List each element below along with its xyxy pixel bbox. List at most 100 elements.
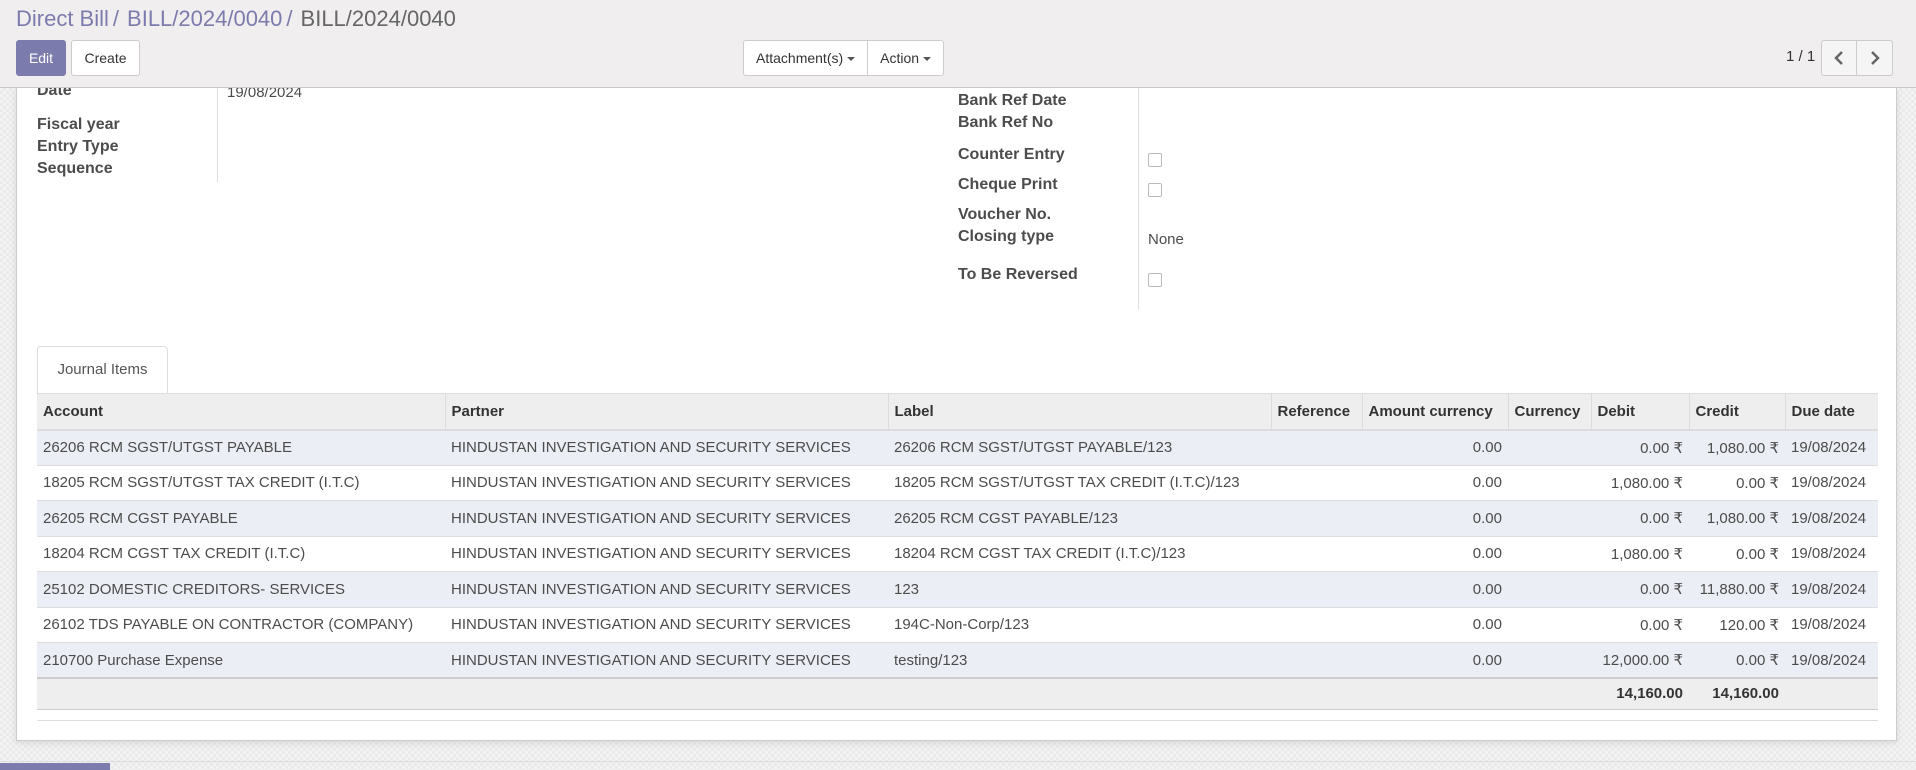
pager-next-button[interactable] [1857, 40, 1893, 76]
totals-cell [445, 677, 888, 710]
sidebar-actions: Attachment(s) Action [743, 40, 945, 76]
cell-debit: 0.00 ₹ [1591, 571, 1689, 608]
cell-debit: 1,080.00 ₹ [1591, 536, 1689, 572]
cell-due-date: 19/08/2024 [1785, 429, 1878, 466]
breadcrumb-separator: / [286, 6, 293, 31]
cell-account: 26205 RCM CGST PAYABLE [37, 500, 445, 537]
breadcrumb-direct-bill[interactable]: Direct Bill [16, 6, 109, 31]
cell-label: 18204 RCM CGST TAX CREDIT (I.T.C)/123 [888, 536, 1271, 572]
attachments-dropdown[interactable]: Attachment(s) [743, 40, 869, 76]
pager-value[interactable]: 1 / 1 [1786, 48, 1815, 65]
fiscal-year-label: Fiscal year [37, 116, 120, 133]
cell-currency [1508, 429, 1591, 466]
totals-row: 14,160.00 14,160.00 [37, 677, 1878, 710]
bank-ref-date-label: Bank Ref Date [958, 92, 1067, 109]
cell-account: 18205 RCM SGST/UTGST TAX CREDIT (I.T.C) [37, 465, 445, 501]
cell-amount-currency: 0.00 [1362, 571, 1508, 608]
counter-entry-label: Counter Entry [958, 146, 1065, 163]
total-credit: 14,160.00 [1689, 677, 1785, 710]
cell-due-date: 19/08/2024 [1785, 536, 1878, 572]
cell-credit: 0.00 ₹ [1689, 536, 1785, 572]
table-row[interactable]: 25102 DOMESTIC CREDITORS- SERVICES HINDUS… [37, 571, 1878, 608]
cell-due-date: 19/08/2024 [1785, 465, 1878, 501]
cell-amount-currency: 0.00 [1362, 429, 1508, 466]
action-label: Action [880, 50, 920, 66]
column-header-currency[interactable]: Currency [1507, 393, 1591, 431]
cell-credit: 11,880.00 ₹ [1689, 571, 1785, 608]
cell-reference [1271, 642, 1362, 679]
counter-entry-checkbox[interactable] [1148, 153, 1162, 167]
form-sheet: Date 19/08/2024 Fiscal year Entry Type S… [16, 82, 1897, 741]
cell-credit: 0.00 ₹ [1689, 465, 1785, 501]
cell-amount-currency: 0.00 [1362, 607, 1508, 643]
chevron-right-icon [1870, 51, 1880, 65]
sequence-label: Sequence [37, 160, 113, 177]
cell-reference [1271, 571, 1362, 608]
field-divider [1138, 88, 1139, 310]
cell-due-date: 19/08/2024 [1785, 571, 1878, 608]
create-button[interactable]: Create [71, 40, 140, 76]
cell-credit: 1,080.00 ₹ [1689, 500, 1785, 537]
edit-button[interactable]: Edit [16, 40, 66, 76]
totals-cell [888, 677, 1271, 710]
voucher-no-label: Voucher No. [958, 206, 1052, 223]
cell-account: 210700 Purchase Expense [37, 642, 445, 679]
table-row[interactable]: 26205 RCM CGST PAYABLE HINDUSTAN INVESTIG… [37, 500, 1878, 537]
column-header-reference[interactable]: Reference [1270, 393, 1362, 431]
breadcrumb: Direct Bill / BILL/2024/0040/BILL/2024/004… [16, 6, 456, 32]
table-row[interactable]: 18205 RCM SGST/UTGST TAX CREDIT (I.T.C) H… [37, 465, 1878, 501]
tab-journal-items[interactable]: Journal Items [37, 346, 168, 394]
cell-credit: 120.00 ₹ [1689, 607, 1785, 643]
action-dropdown[interactable]: Action [868, 40, 945, 76]
closing-type-label: Closing type [958, 228, 1055, 245]
cell-credit: 0.00 ₹ [1689, 642, 1785, 679]
journal-items-table: Account Partner Label Reference Amount c… [37, 393, 1878, 710]
to-be-reversed-label: To Be Reversed [958, 266, 1078, 283]
entry-type-label: Entry Type [37, 138, 119, 155]
column-header-account[interactable]: Account [37, 393, 445, 431]
totals-cell [37, 677, 445, 710]
cell-partner: HINDUSTAN INVESTIGATION AND SECURITY SER… [445, 429, 888, 466]
total-debit: 14,160.00 [1591, 677, 1689, 710]
cell-partner: HINDUSTAN INVESTIGATION AND SECURITY SER… [445, 607, 888, 643]
column-header-label[interactable]: Label [887, 393, 1271, 431]
table-row[interactable]: 18204 RCM CGST TAX CREDIT (I.T.C) HINDUST… [37, 536, 1878, 572]
to-be-reversed-checkbox[interactable] [1148, 273, 1162, 287]
table-row[interactable]: 26102 TDS PAYABLE ON CONTRACTOR (COMPANY… [37, 607, 1878, 643]
cell-currency [1508, 500, 1591, 537]
cell-reference [1271, 607, 1362, 643]
cheque-print-checkbox[interactable] [1148, 183, 1162, 197]
cell-label: 26206 RCM SGST/UTGST PAYABLE/123 [888, 429, 1271, 466]
column-header-credit[interactable]: Credit [1688, 393, 1785, 431]
pager-previous-button[interactable] [1821, 40, 1857, 76]
cell-account: 26206 RCM SGST/UTGST PAYABLE [37, 429, 445, 466]
field-divider [217, 88, 218, 182]
column-header-debit[interactable]: Debit [1590, 393, 1689, 431]
caret-down-icon [923, 57, 932, 62]
table-row[interactable]: 26206 RCM SGST/UTGST PAYABLE HINDUSTAN IN… [37, 429, 1878, 466]
cell-currency [1508, 465, 1591, 501]
column-header-amount-currency[interactable]: Amount currency [1361, 393, 1508, 431]
cell-partner: HINDUSTAN INVESTIGATION AND SECURITY SER… [445, 465, 888, 501]
cell-currency [1508, 536, 1591, 572]
cell-due-date: 19/08/2024 [1785, 607, 1878, 643]
caret-down-icon [847, 57, 856, 62]
control-panel: Direct Bill / BILL/2024/0040/BILL/2024/004… [0, 0, 1916, 88]
table-row[interactable]: 210700 Purchase Expense HINDUSTAN INVESTI… [37, 642, 1878, 679]
cell-label: 18205 RCM SGST/UTGST TAX CREDIT (I.T.C)/… [888, 465, 1271, 501]
cell-partner: HINDUSTAN INVESTIGATION AND SECURITY SER… [445, 642, 888, 679]
chevron-left-icon [1834, 51, 1843, 65]
cell-credit: 1,080.00 ₹ [1689, 429, 1785, 466]
cell-amount-currency: 0.00 [1362, 465, 1508, 501]
column-header-partner[interactable]: Partner [444, 393, 888, 431]
closing-type-value[interactable]: None [1148, 231, 1184, 248]
breadcrumb-bill-parent[interactable]: BILL/2024/0040 [127, 6, 282, 31]
column-header-due-date[interactable]: Due date [1784, 393, 1878, 431]
cell-reference [1271, 500, 1362, 537]
cell-account: 26102 TDS PAYABLE ON CONTRACTOR (COMPANY… [37, 607, 445, 643]
cell-due-date: 19/08/2024 [1785, 500, 1878, 537]
cell-amount-currency: 0.00 [1362, 642, 1508, 679]
cell-debit: 12,000.00 ₹ [1591, 642, 1689, 679]
cell-debit: 0.00 ₹ [1591, 500, 1689, 537]
bottom-tab[interactable] [0, 763, 110, 770]
